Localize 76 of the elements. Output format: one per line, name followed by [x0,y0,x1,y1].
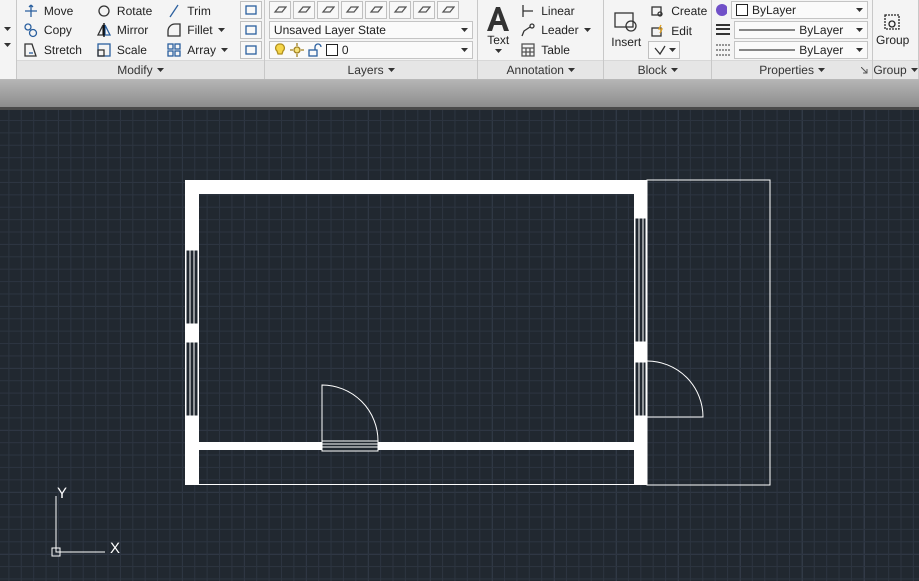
layer-dropdown[interactable]: 0 [268,41,474,59]
layer-tool-button[interactable] [340,1,363,19]
lineweight-icon [716,24,730,36]
mirror-icon [96,22,112,38]
tool-button[interactable]: Trim [164,1,230,20]
tool-button[interactable]: Table [518,40,593,59]
line-sample-icon [739,48,796,52]
layer-tool-button[interactable] [268,1,291,19]
array-icon [166,42,182,58]
caret-icon [156,68,164,72]
layer-color-swatch [326,44,338,56]
caret-icon [220,48,228,52]
sun-icon [290,43,304,57]
line-sample-icon [739,28,796,32]
caret-icon [461,48,468,52]
tool-button[interactable]: Create [648,1,710,20]
block-editor-button[interactable] [648,41,680,59]
text-tool-button[interactable]: Text [482,0,514,60]
property-dropdown[interactable]: ByLayer [734,21,868,39]
caret-icon [670,68,678,72]
tool-button[interactable]: Stretch [20,40,84,59]
leader-icon [520,22,536,38]
y-axis-label: Y [57,485,68,502]
layer-tool-button[interactable] [364,1,387,19]
tool-button[interactable]: Fillet [164,20,230,40]
insert-block-icon [613,11,640,33]
panel-title-button[interactable]: Layers [346,63,397,77]
layer-tool-button[interactable] [292,1,315,19]
linetype-icon [716,44,730,56]
scale-icon [96,42,112,58]
color-wheel-icon [716,4,727,16]
tool-button[interactable]: Leader [518,20,593,40]
property-dropdown[interactable]: ByLayer [731,1,868,19]
caret-icon [856,8,863,12]
tool-button[interactable]: Scale [94,40,154,59]
tool-button[interactable]: Move [20,1,84,20]
caret-icon [494,49,502,53]
tool-button[interactable]: Linear [518,1,593,20]
layer-tool-button[interactable] [436,1,459,19]
caret-icon [856,28,863,32]
caret-icon [584,28,591,32]
stretch-icon [22,42,39,58]
caret-icon [4,42,11,46]
unlocked-padlock-icon [308,43,322,57]
caret-icon [818,68,825,72]
tool-button[interactable]: Array [164,40,230,59]
tool-button[interactable]: Copy [20,20,84,40]
layer-tool-button[interactable] [316,1,339,19]
tool-button[interactable]: Edit [648,21,710,40]
insert-tool-button[interactable]: Insert [608,0,644,60]
x-axis-label: X [110,540,120,557]
fillet-icon [166,22,182,38]
rotate-icon [96,2,112,18]
layer-tool-button[interactable] [388,1,411,19]
caret-icon [4,26,11,30]
property-dropdown[interactable]: ByLayer [734,41,868,59]
layer-tool-button[interactable] [412,1,435,19]
move-icon [22,2,39,18]
lightbulb-icon [274,43,286,57]
panel-title-button[interactable]: Modify [115,63,166,77]
table-icon [520,42,536,58]
caret-icon [461,28,468,32]
caret-icon [568,68,575,72]
caret-icon [388,68,395,72]
tool-button[interactable]: Mirror [94,20,154,40]
dialog-launcher-icon[interactable] [861,67,868,74]
caret-icon [668,48,676,52]
tool-button[interactable]: Rotate [94,1,154,20]
color-swatch [736,4,748,16]
caret-icon [218,28,225,32]
layer-state-dropdown[interactable]: Unsaved Layer State [268,21,474,39]
caret-icon [910,68,918,72]
copy-icon [22,22,39,38]
caret-icon [856,48,863,52]
group-tool-button[interactable]: Group [873,0,912,60]
letter-a-icon [485,7,512,31]
